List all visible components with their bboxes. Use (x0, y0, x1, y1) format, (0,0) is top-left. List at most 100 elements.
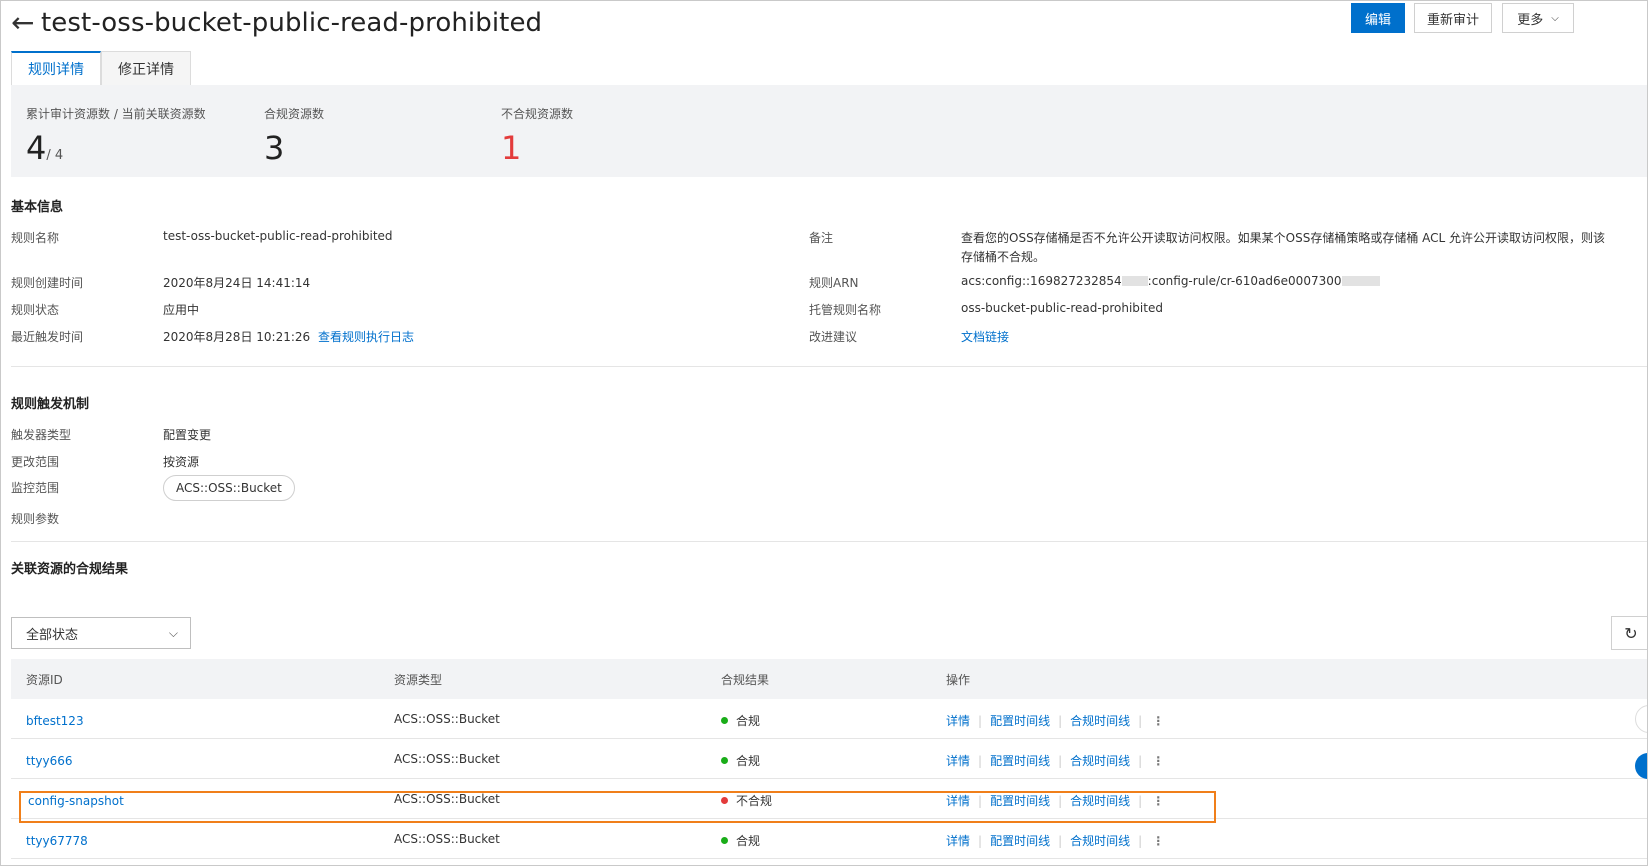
more-vertical-icon[interactable]: ⋮ (1152, 834, 1164, 848)
last-trigger-value: 2020年8月28日 10:21:26 查看规则执行日志 (163, 328, 414, 345)
separator: | (978, 833, 983, 848)
created-label: 规则创建时间 (11, 276, 84, 290)
col-compliance-result: 合规结果 (721, 673, 770, 687)
last-trigger-time: 2020年8月28日 10:21:26 (163, 330, 311, 344)
compliance-timeline-link[interactable]: 合规时间线 (1070, 792, 1130, 809)
status-filter-value: 全部状态 (26, 627, 79, 643)
compliance-timeline-link[interactable]: 合规时间线 (1070, 712, 1130, 729)
compliance-timeline-link[interactable]: 合规时间线 (1070, 832, 1130, 849)
trigger-type-value: 配置变更 (163, 428, 212, 442)
table-row: ttyy67778 ACS::OSS::Bucket 合规 详情 | 配置时间线 |… (11, 819, 1647, 859)
audited-count: 4 (26, 129, 47, 167)
more-vertical-icon[interactable]: ⋮ (1152, 754, 1164, 768)
tab-remediation-details[interactable]: 修正详情 (101, 51, 191, 85)
more-vertical-icon[interactable]: ⋮ (1152, 714, 1164, 728)
config-timeline-link[interactable]: 配置时间线 (990, 712, 1050, 729)
change-scope-label: 更改范围 (11, 455, 60, 469)
more-button[interactable]: 更多 ⌵ (1502, 3, 1574, 33)
compliant-dot-icon (721, 837, 728, 844)
resource-id-link[interactable]: ttyy666 (26, 754, 73, 768)
compliance-timeline-link[interactable]: 合规时间线 (1070, 752, 1130, 769)
compliance-status: 合规 (721, 712, 760, 729)
reaudit-button[interactable]: 重新审计 (1414, 3, 1492, 33)
detail-link[interactable]: 详情 (946, 832, 970, 849)
more-vertical-icon[interactable]: ⋮ (1152, 794, 1164, 808)
divider (11, 366, 1647, 367)
row-actions: 详情 | 配置时间线 | 合规时间线 | ⋮ (946, 712, 1164, 729)
resource-id-link[interactable]: config-snapshot (28, 794, 124, 808)
change-scope-value: 按资源 (163, 455, 200, 469)
title-row: ← test-oss-bucket-public-read-prohibited (11, 3, 542, 43)
col-operations: 操作 (946, 673, 971, 687)
noncompliant-dot-icon (721, 797, 728, 804)
col-resource-type: 资源类型 (394, 673, 443, 687)
compliance-text: 合规 (736, 834, 761, 848)
tab-rule-details[interactable]: 规则详情 (11, 51, 101, 85)
managed-rule-label: 托管规则名称 (809, 303, 882, 317)
detail-link[interactable]: 详情 (946, 752, 970, 769)
separator: | (1058, 833, 1063, 848)
tab-bar: 规则详情 修正详情 (11, 51, 191, 85)
resource-id-link[interactable]: ttyy67778 (26, 834, 88, 848)
stats-panel: 累计审计资源数 / 当前关联资源数 4/ 4 合规资源数 3 不合规资源数 1 (11, 85, 1647, 177)
page-title: test-oss-bucket-public-read-prohibited (41, 8, 543, 38)
noncompliant-value: 1 (501, 129, 522, 167)
status-filter-select[interactable]: 全部状态 ⌵ (11, 617, 191, 649)
back-arrow-icon[interactable]: ← (11, 9, 41, 37)
last-trigger-label: 最近触发时间 (11, 330, 84, 344)
detail-link[interactable]: 详情 (946, 712, 970, 729)
separator: | (1138, 713, 1143, 728)
trigger-type-label: 触发器类型 (11, 428, 72, 442)
doc-link[interactable]: 文档链接 (961, 328, 1009, 345)
execution-log-link[interactable]: 查看规则执行日志 (318, 330, 414, 344)
detail-link[interactable]: 详情 (946, 792, 970, 809)
row-actions: 详情 | 配置时间线 | 合规时间线 | ⋮ (946, 752, 1164, 769)
status-label: 规则状态 (11, 303, 60, 317)
compliance-text: 合规 (736, 714, 761, 728)
arn-part-1: acs:config::169827232854 (961, 274, 1122, 288)
managed-rule-value: oss-bucket-public-read-prohibited (961, 301, 1163, 315)
chevron-down-icon: ⌵ (1551, 12, 1559, 24)
resource-type: ACS::OSS::Bucket (394, 792, 500, 806)
separator: | (1138, 833, 1143, 848)
note-line-2: 存储桶不合规。 (961, 250, 1046, 264)
compliant-value: 3 (264, 129, 285, 167)
config-timeline-link[interactable]: 配置时间线 (990, 752, 1050, 769)
audited-label: 累计审计资源数 / 当前关联资源数 (26, 107, 206, 121)
audited-value: 4/ 4 (26, 129, 63, 167)
rule-name-label: 规则名称 (11, 231, 60, 245)
table-row: ttyy666 ACS::OSS::Bucket 合规 详情 | 配置时间线 | 合… (11, 739, 1647, 779)
compliance-status: 合规 (721, 832, 760, 849)
more-label: 更多 (1517, 12, 1544, 28)
suggestion-label: 改进建议 (809, 330, 858, 344)
resource-type: ACS::OSS::Bucket (394, 712, 500, 726)
created-value: 2020年8月24日 14:41:14 (163, 276, 311, 290)
arn-redaction-2 (1341, 276, 1380, 286)
compliant-dot-icon (721, 757, 728, 764)
note-line-1: 查看您的OSS存储桶是否不允许公开读取访问权限。如果某个OSS存储桶策略或存储桶… (961, 231, 1606, 245)
rule-name-value: test-oss-bucket-public-read-prohibited (163, 229, 393, 243)
monitor-scope-tag: ACS::OSS::Bucket (163, 475, 295, 501)
arn-value: acs:config::169827232854:config-rule/cr-… (961, 274, 1380, 288)
separator: | (978, 713, 983, 728)
arn-label: 规则ARN (809, 276, 859, 290)
monitor-scope-label: 监控范围 (11, 481, 60, 495)
edit-button[interactable]: 编辑 (1351, 3, 1405, 33)
note-label: 备注 (809, 231, 834, 245)
noncompliant-label: 不合规资源数 (501, 107, 574, 121)
separator: | (1058, 753, 1063, 768)
separator: | (1138, 753, 1143, 768)
resource-type: ACS::OSS::Bucket (394, 832, 500, 846)
row-actions: 详情 | 配置时间线 | 合规时间线 | ⋮ (946, 832, 1164, 849)
refresh-button[interactable]: ↻ (1611, 616, 1647, 650)
config-timeline-link[interactable]: 配置时间线 (990, 832, 1050, 849)
table-row: config-snapshot ACS::OSS::Bucket 不合规 详情 |… (11, 779, 1647, 819)
trigger-section-title: 规则触发机制 (11, 397, 90, 412)
config-timeline-link[interactable]: 配置时间线 (990, 792, 1050, 809)
resource-id-link[interactable]: bftest123 (26, 714, 84, 728)
compliance-text: 合规 (736, 754, 761, 768)
separator: | (1138, 793, 1143, 808)
table-row: bftest123 ACS::OSS::Bucket 合规 详情 | 配置时间线 |… (11, 699, 1647, 739)
separator: | (1058, 793, 1063, 808)
row-actions: 详情 | 配置时间线 | 合规时间线 | ⋮ (946, 792, 1164, 809)
